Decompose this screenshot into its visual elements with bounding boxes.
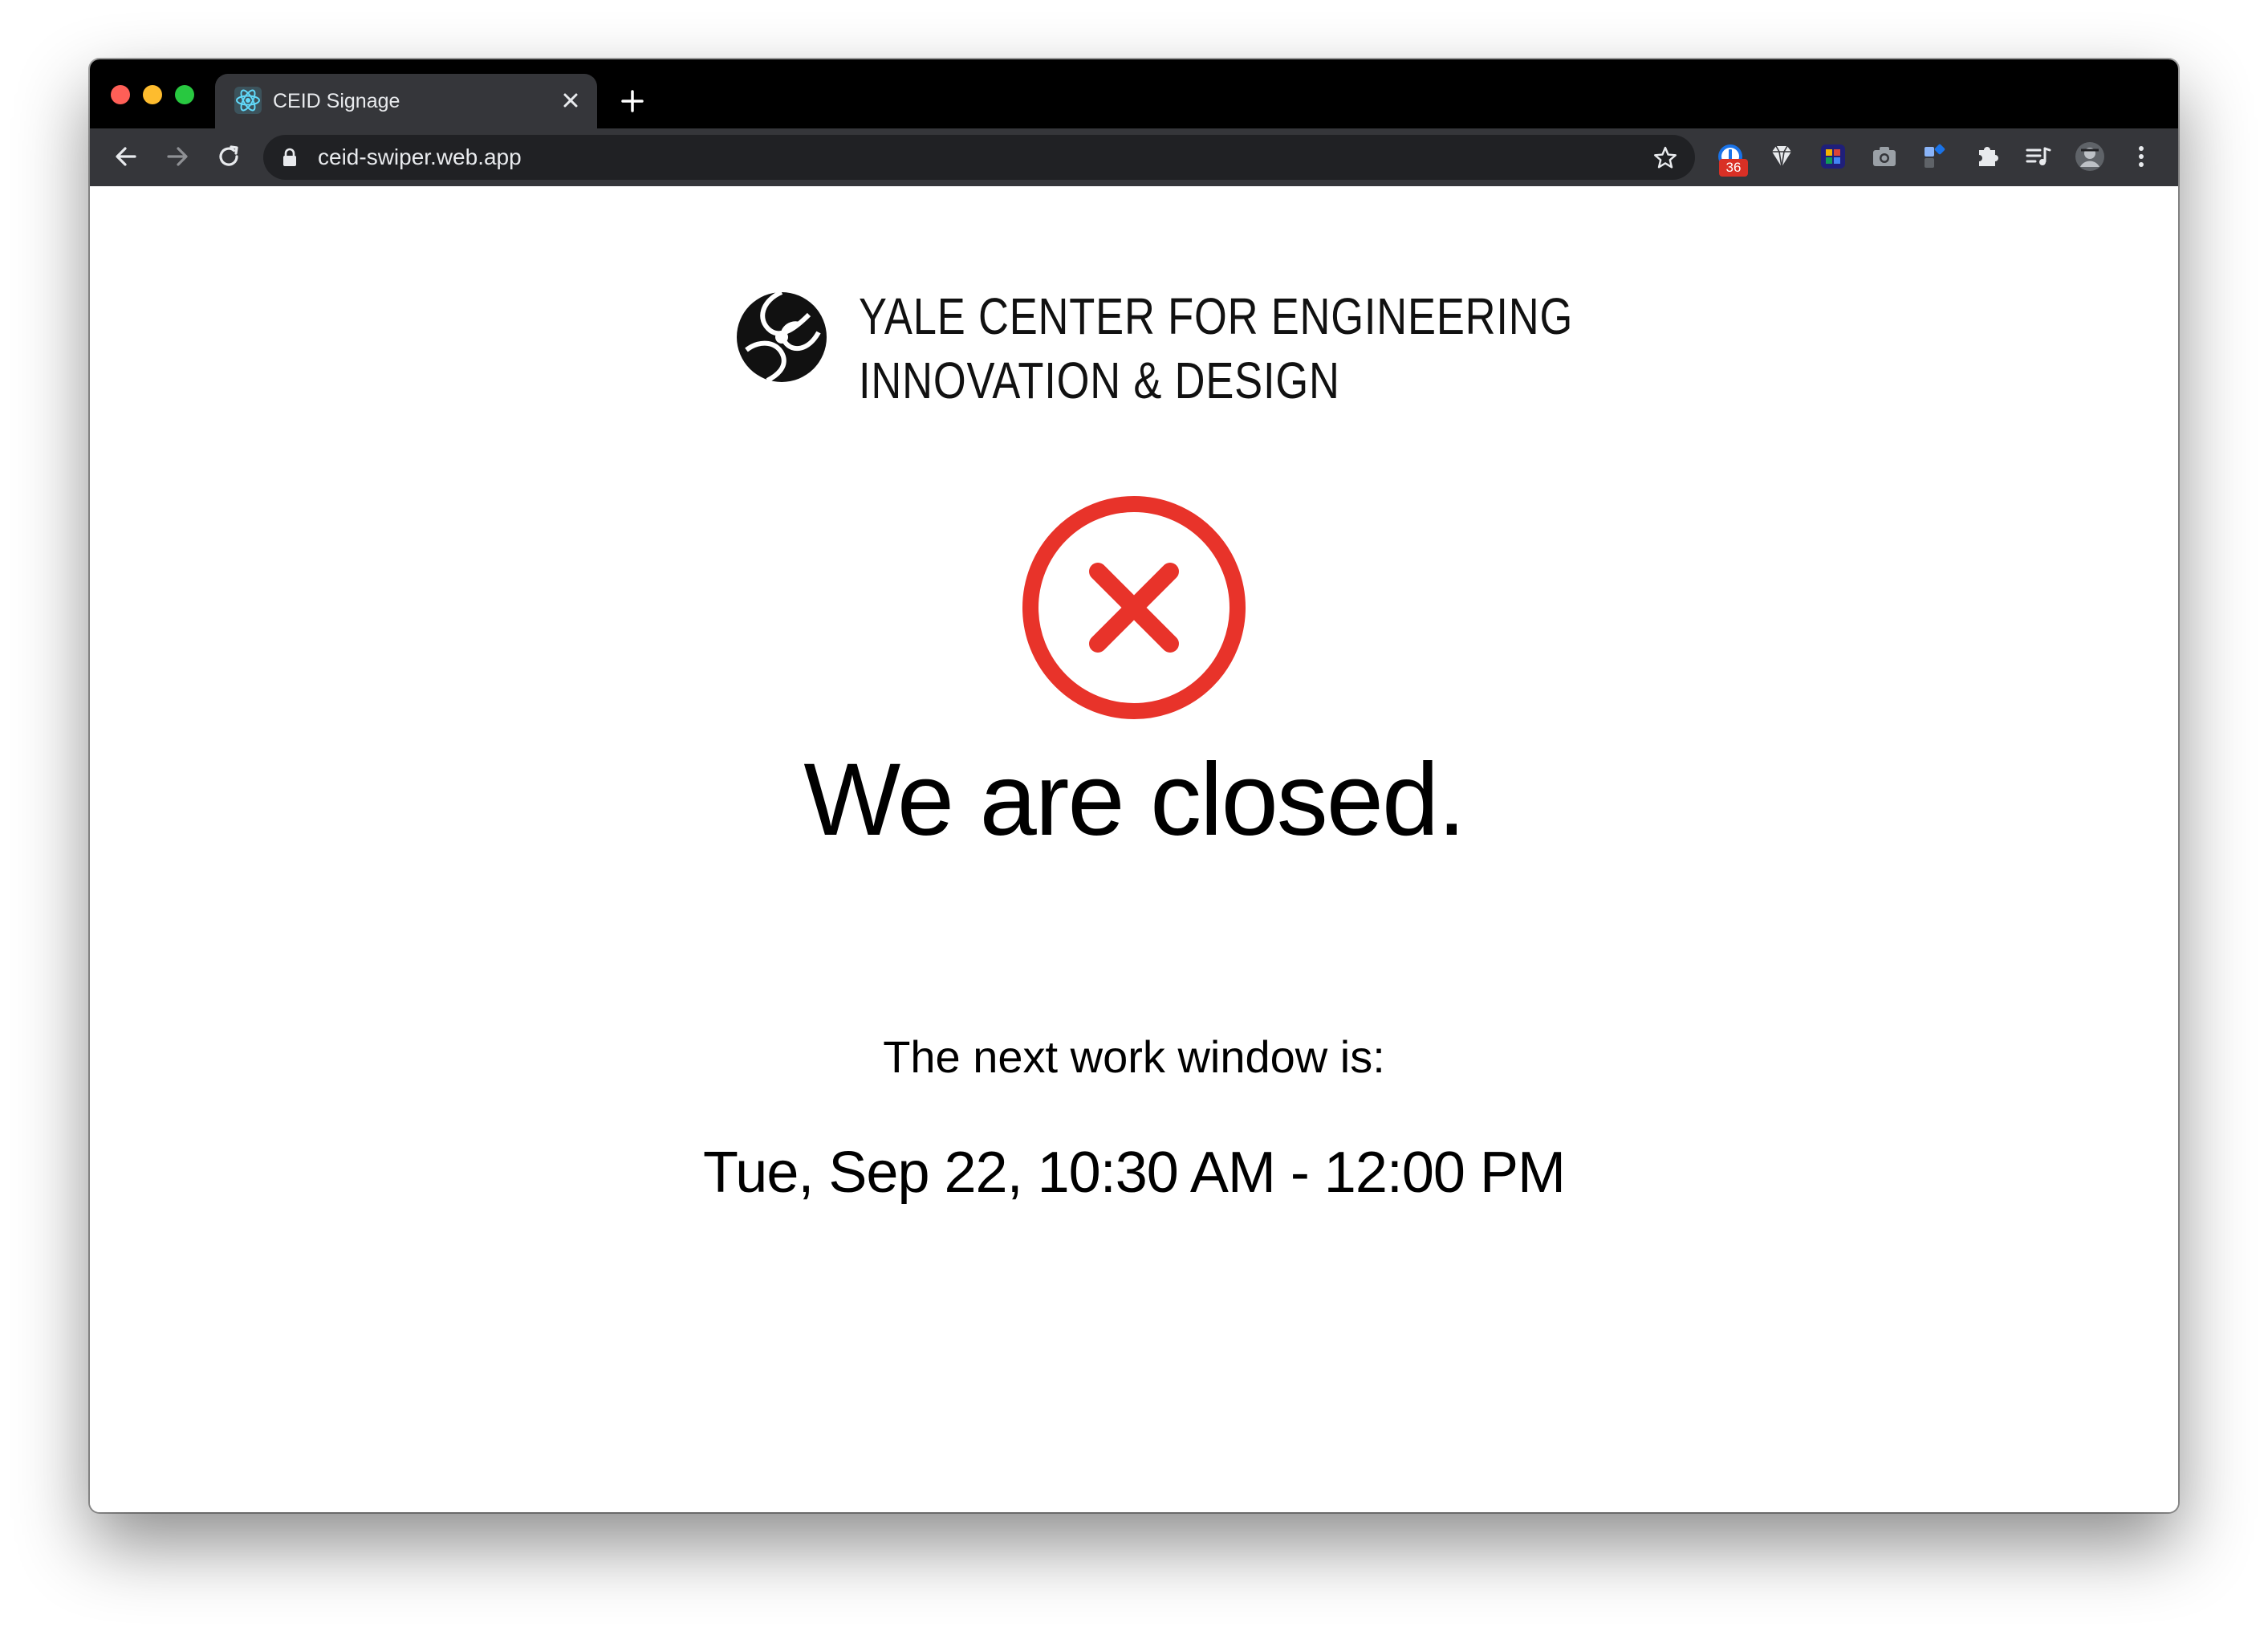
color-grid-extension-icon[interactable] (1817, 140, 1849, 173)
browser-toolbar: ceid-swiper.web.app 36 (90, 128, 2178, 186)
forward-arrow-icon[interactable] (162, 141, 193, 172)
menu-kebab-icon[interactable] (2125, 140, 2157, 173)
page-content: YALE CENTER FOR ENGINEERING INNOVATION &… (90, 186, 2178, 1512)
reload-icon[interactable] (213, 141, 244, 172)
minimize-window-button[interactable] (143, 85, 162, 104)
zoom-window-button[interactable] (175, 85, 194, 104)
next-window-label: The next work window is: (883, 1031, 1385, 1082)
back-arrow-icon[interactable] (111, 141, 141, 172)
ceid-logo-icon (737, 290, 827, 383)
camera-extension-icon[interactable] (1868, 140, 1900, 173)
extension-count-badge: 36 (1719, 159, 1748, 177)
logo-line-1: YALE CENTER FOR ENGINEERING (859, 287, 1574, 345)
bookmark-star-icon[interactable] (1652, 144, 1679, 172)
tab-manager-extension-icon[interactable] (1920, 140, 1952, 173)
closed-x-icon (1022, 496, 1246, 719)
tab-ceid-signage[interactable]: CEID Signage (215, 74, 597, 130)
tab-title: CEID Signage (273, 90, 400, 112)
closed-headline: We are closed. (803, 742, 1465, 857)
logo-line-2: INNOVATION & DESIGN (859, 352, 1340, 409)
react-atom-icon (234, 87, 262, 114)
next-window-time: Tue, Sep 22, 10:30 AM - 12:00 PM (703, 1141, 1566, 1205)
close-tab-icon[interactable] (559, 88, 583, 112)
url-text[interactable]: ceid-swiper.web.app (318, 144, 522, 170)
tab-strip: CEID Signage (90, 59, 2178, 130)
address-bar[interactable]: ceid-swiper.web.app (263, 135, 1695, 180)
new-tab-icon[interactable] (618, 87, 647, 116)
close-window-button[interactable] (111, 85, 130, 104)
puzzle-extensions-icon[interactable] (1971, 140, 2003, 173)
profile-avatar[interactable] (2074, 140, 2106, 173)
lock-icon[interactable] (281, 148, 299, 167)
gem-extension-icon[interactable] (1766, 140, 1798, 173)
media-queue-icon[interactable] (2022, 140, 2055, 173)
browser-window: CEID Signage ceid-swiper.web.app 36 YALE… (90, 59, 2178, 1512)
ceid-logo-wordmark: YALE CENTER FOR ENGINEERING INNOVATION &… (859, 284, 1573, 413)
